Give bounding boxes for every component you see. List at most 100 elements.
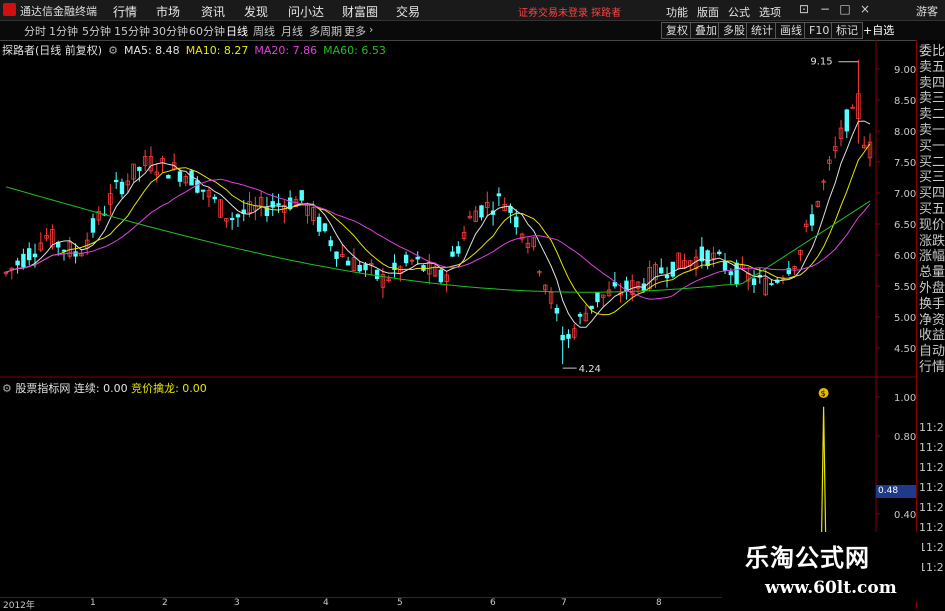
candle-body xyxy=(299,190,304,201)
side-panel-label: 涨幅 xyxy=(919,249,945,265)
period-weekly[interactable]: 周线 xyxy=(253,23,275,39)
add-watchlist-button[interactable]: +自选 xyxy=(863,22,894,38)
x-axis-label: 6 xyxy=(490,598,496,608)
adjust-button[interactable]: 复权 xyxy=(661,22,693,39)
side-panel-label: 卖二 xyxy=(919,107,945,123)
candle-body xyxy=(26,248,32,261)
candle-body xyxy=(809,214,815,226)
menu-quotes[interactable]: 行情 xyxy=(113,3,137,20)
side-panel-time: 11:2 xyxy=(919,461,944,474)
side-panel-label: 买五 xyxy=(919,202,945,217)
indicator-y-tick-label: 1.00 xyxy=(894,393,916,404)
candle-body xyxy=(728,271,734,276)
x-axis-label: 1 xyxy=(90,598,96,608)
candle-body xyxy=(90,218,96,233)
period-5min[interactable]: 5分钟 xyxy=(82,23,111,39)
menu-news[interactable]: 资讯 xyxy=(201,3,225,20)
x-axis-label: 2 xyxy=(162,598,168,608)
menu-discover[interactable]: 发现 xyxy=(244,3,268,20)
maximize-icon[interactable]: □ xyxy=(838,2,852,16)
candle-body xyxy=(316,216,322,232)
period-1min[interactable]: 1分钟 xyxy=(49,23,78,39)
period-monthly[interactable]: 月线 xyxy=(281,23,303,39)
side-panel-label: 买四 xyxy=(919,186,945,202)
side-panel-label: 行情 xyxy=(919,360,945,375)
mark-button[interactable]: 标记 xyxy=(831,22,863,39)
side-panel-label: 买三 xyxy=(919,170,945,186)
side-panel-label: 自动 xyxy=(919,344,945,360)
x-axis-label: 3 xyxy=(234,598,240,608)
candle-body xyxy=(769,283,774,285)
candle-body xyxy=(195,180,200,193)
lock-icon[interactable]: ⊡ xyxy=(797,2,811,16)
candle-body xyxy=(560,334,565,341)
menu-wealth[interactable]: 财富圈 xyxy=(342,3,378,20)
stats-button[interactable]: 统计 xyxy=(746,22,778,39)
watermark-title: 乐淘公式网 xyxy=(745,543,870,572)
candle-body xyxy=(334,251,339,259)
minimize-icon[interactable]: − xyxy=(818,2,832,16)
close-icon[interactable]: × xyxy=(858,2,872,16)
f10-button[interactable]: F10 xyxy=(804,22,835,39)
period-60min[interactable]: 60分钟 xyxy=(189,23,225,39)
y-tick-label: 5.50 xyxy=(894,282,916,293)
period-timeshare[interactable]: 分时 xyxy=(24,23,46,39)
menu-options[interactable]: 选项 xyxy=(759,4,781,20)
menu-function[interactable]: 功能 xyxy=(666,4,688,20)
side-panel-label: 卖四 xyxy=(919,75,945,91)
period-daily[interactable]: 日线 xyxy=(226,23,248,39)
side-panel-label: 现价 xyxy=(919,217,945,233)
menu-formula[interactable]: 公式 xyxy=(728,4,750,20)
menu-trade[interactable]: 交易 xyxy=(396,3,420,20)
side-panel-time: 11:2 xyxy=(919,521,944,534)
chevron-right-icon[interactable]: › xyxy=(369,23,373,36)
guest-label[interactable]: 游客 xyxy=(916,3,938,19)
menu-ask[interactable]: 问小达 xyxy=(288,3,324,20)
side-panel-label: 买一 xyxy=(919,138,945,154)
indicator-lianxu: 连续: 0.00 xyxy=(73,382,128,395)
indicator-name: 股票指标网 xyxy=(15,382,71,395)
candle-body xyxy=(357,264,362,272)
kline-chart[interactable]: 9.15 4.24 9.00 8.50 8.00 7.50 7.00 6.50 6.00 5.5… xyxy=(0,40,916,597)
y-tick-label: 8.50 xyxy=(894,96,916,107)
candle-body xyxy=(514,216,519,228)
side-panel-label: 总量 xyxy=(919,265,945,281)
candle-body xyxy=(137,167,142,171)
indicator-y-tick-label: 0.40 xyxy=(894,510,916,521)
login-notice[interactable]: 证券交易未登录 探路者 xyxy=(518,4,621,19)
side-panel-time: 11:2 xyxy=(919,501,944,514)
ma10-label: MA10: 8.27 xyxy=(185,44,249,57)
candle-body xyxy=(589,305,594,310)
x-axis-label: 7 xyxy=(561,598,567,608)
period-more[interactable]: 更多 xyxy=(344,23,366,39)
y-tick-label: 6.50 xyxy=(894,220,916,231)
ma60-label: MA60: 6.53 xyxy=(323,44,386,57)
candle-body xyxy=(554,307,560,314)
settings-icon[interactable]: ⚙ xyxy=(108,44,118,57)
period-multi[interactable]: 多周期 xyxy=(309,23,342,39)
side-panel-time: 11:2 xyxy=(919,561,944,574)
candle-body xyxy=(722,261,728,271)
candle-body xyxy=(32,253,38,258)
candle-body xyxy=(270,201,275,208)
candle-body xyxy=(119,181,125,195)
candle-body xyxy=(496,193,502,197)
main-chart-info: 探路者(日线 前复权) ⚙ MA5: 8.48 MA10: 8.27 MA20: 7.8… xyxy=(2,42,392,58)
ma20-line xyxy=(5,178,871,300)
indicator-settings-icon[interactable]: ⚙ xyxy=(2,382,12,395)
draw-button[interactable]: 画线 xyxy=(775,22,807,39)
candle-body xyxy=(15,260,20,266)
ma5-line xyxy=(5,120,871,328)
period-15min[interactable]: 15分钟 xyxy=(114,23,150,39)
indicator-current-value: 0.48 xyxy=(876,485,916,498)
candle-body xyxy=(566,334,571,339)
stock-title: 探路者(日线 前复权) xyxy=(2,44,103,57)
period-30min[interactable]: 30分钟 xyxy=(152,23,188,39)
indicator-header: ⚙ 股票指标网 连续: 0.00 竞价擒龙: 0.00 xyxy=(2,380,207,396)
menu-layout[interactable]: 版面 xyxy=(697,4,719,20)
candle-body xyxy=(438,269,444,283)
side-panel-time: 11:2 xyxy=(919,541,944,554)
side-panel-label: 涨跌 xyxy=(919,233,945,249)
candle-body xyxy=(717,251,722,255)
menu-market[interactable]: 市场 xyxy=(156,3,180,20)
